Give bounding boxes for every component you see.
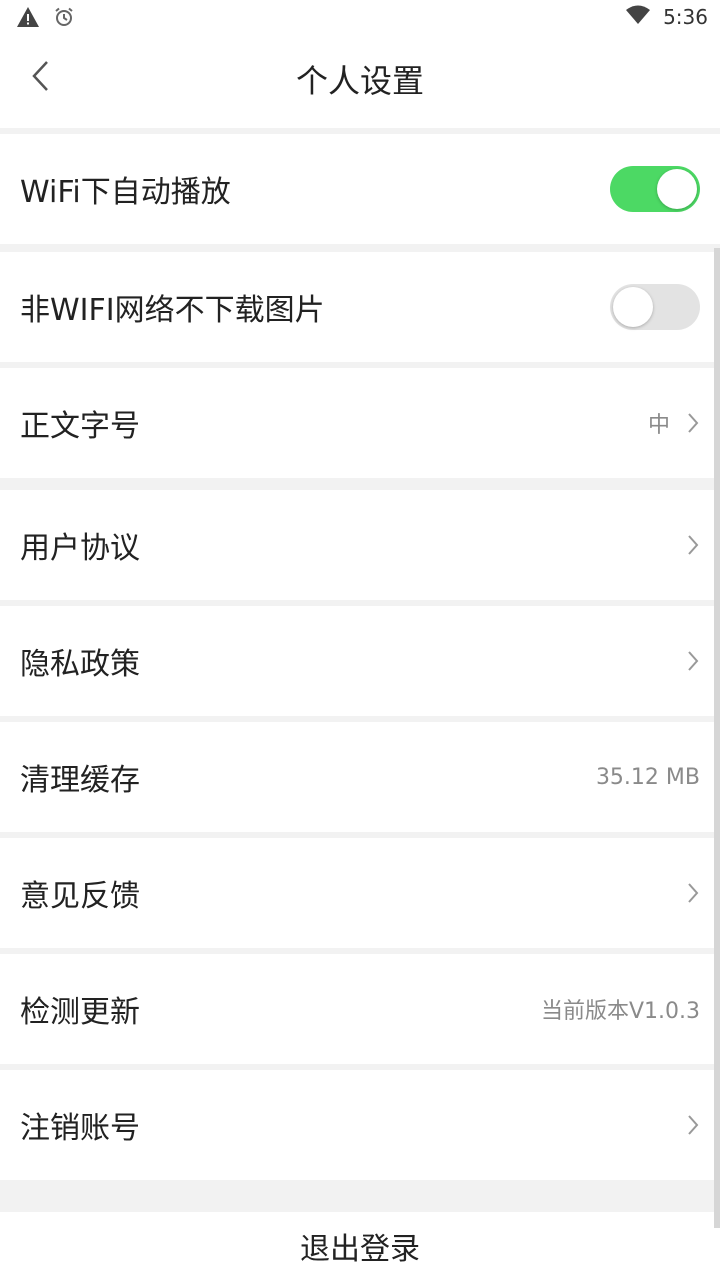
page-title: 个人设置 [295,62,424,100]
setting-label: 正文字号 [20,409,140,444]
wifi-autoplay-toggle[interactable] [610,166,700,212]
divider [0,244,720,252]
status-time: 5:36 [663,5,708,29]
chevron-right-icon [688,883,699,903]
setting-wifi-autoplay: WiFi下自动播放 [0,134,720,244]
setting-privacy-policy[interactable]: 隐私政策 [0,606,720,716]
setting-font-size[interactable]: 正文字号 中 [0,368,720,478]
cache-size-value: 35.12 MB [595,764,700,790]
navigation-bar: 个人设置 [0,36,720,128]
setting-label: 意见反馈 [20,879,140,914]
scrollbar[interactable] [714,248,720,1228]
setting-label: 检测更新 [20,995,140,1030]
setting-label: 非WIFI网络不下载图片 [20,293,325,328]
chevron-right-icon [688,413,699,433]
setting-label: 清理缓存 [20,763,140,798]
logout-button[interactable]: 退出登录 [0,1212,720,1280]
setting-user-agreement[interactable]: 用户协议 [0,490,720,600]
warning-icon [16,6,40,32]
divider [0,478,720,490]
setting-label: WiFi下自动播放 [20,175,231,210]
chevron-right-icon [688,651,699,671]
setting-delete-account[interactable]: 注销账号 [0,1070,720,1180]
no-image-toggle[interactable] [610,284,700,330]
toggle-knob [613,287,653,327]
setting-feedback[interactable]: 意见反馈 [0,838,720,948]
settings-list: WiFi下自动播放 非WIFI网络不下载图片 正文字号 中 用户协议 隐私政策 [0,134,720,1180]
chevron-right-icon [688,535,699,555]
status-bar: 5:36 [0,0,720,36]
wifi-icon [625,5,651,29]
setting-no-image-non-wifi: 非WIFI网络不下载图片 [0,252,720,362]
setting-label: 隐私政策 [20,647,140,682]
setting-check-update[interactable]: 检测更新 当前版本V1.0.3 [0,954,720,1064]
chevron-right-icon [688,1115,699,1135]
setting-label: 注销账号 [20,1111,140,1146]
version-value: 当前版本V1.0.3 [540,999,700,1024]
toggle-knob [657,169,697,209]
font-size-value: 中 [647,413,670,438]
setting-clear-cache[interactable]: 清理缓存 35.12 MB [0,722,720,832]
setting-label: 用户协议 [20,531,140,566]
alarm-icon [54,7,74,31]
